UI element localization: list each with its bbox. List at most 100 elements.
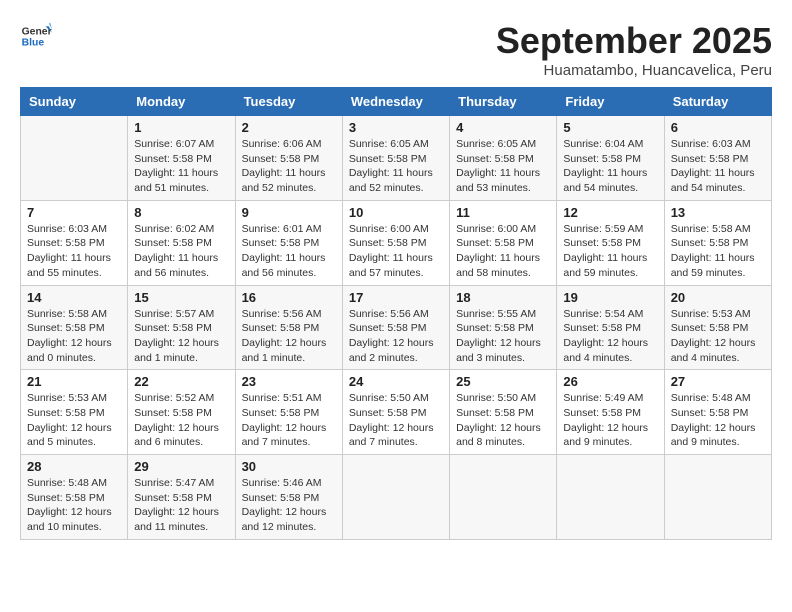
day-number: 8 — [134, 205, 228, 220]
day-number: 5 — [563, 120, 657, 135]
calendar-week-row: 1 Sunrise: 6:07 AM Sunset: 5:58 PM Daylig… — [21, 116, 772, 201]
day-info: Sunrise: 5:53 AM Sunset: 5:58 PM Dayligh… — [671, 307, 765, 366]
day-info: Sunrise: 6:03 AM Sunset: 5:58 PM Dayligh… — [671, 137, 765, 196]
day-number: 9 — [242, 205, 336, 220]
day-number: 30 — [242, 459, 336, 474]
day-info: Sunrise: 6:07 AM Sunset: 5:58 PM Dayligh… — [134, 137, 228, 196]
day-info: Sunrise: 6:02 AM Sunset: 5:58 PM Dayligh… — [134, 222, 228, 281]
calendar-cell: 18 Sunrise: 5:55 AM Sunset: 5:58 PM Dayli… — [450, 285, 557, 370]
page-header: General Blue September 2025 Huamatambo, … — [20, 20, 772, 79]
calendar-cell: 6 Sunrise: 6:03 AM Sunset: 5:58 PM Daylig… — [664, 116, 771, 201]
calendar-cell: 9 Sunrise: 6:01 AM Sunset: 5:58 PM Daylig… — [235, 200, 342, 285]
title-area: September 2025 Huamatambo, Huancavelica,… — [496, 20, 772, 79]
calendar-cell: 24 Sunrise: 5:50 AM Sunset: 5:58 PM Dayli… — [342, 370, 449, 455]
day-info: Sunrise: 5:55 AM Sunset: 5:58 PM Dayligh… — [456, 307, 550, 366]
day-number: 28 — [27, 459, 121, 474]
day-number: 21 — [27, 374, 121, 389]
day-number: 6 — [671, 120, 765, 135]
day-info: Sunrise: 5:57 AM Sunset: 5:58 PM Dayligh… — [134, 307, 228, 366]
day-number: 2 — [242, 120, 336, 135]
month-title: September 2025 — [496, 20, 772, 62]
day-number: 18 — [456, 290, 550, 305]
calendar-header-monday: Monday — [128, 88, 235, 116]
logo: General Blue — [20, 20, 52, 52]
calendar-cell: 1 Sunrise: 6:07 AM Sunset: 5:58 PM Daylig… — [128, 116, 235, 201]
calendar-header-saturday: Saturday — [664, 88, 771, 116]
logo-icon: General Blue — [20, 20, 52, 52]
day-number: 12 — [563, 205, 657, 220]
day-number: 3 — [349, 120, 443, 135]
calendar-week-row: 14 Sunrise: 5:58 AM Sunset: 5:58 PM Dayli… — [21, 285, 772, 370]
calendar-cell: 10Sunrise: 6:00 AM Sunset: 5:58 PM Dayli… — [342, 200, 449, 285]
calendar-header-wednesday: Wednesday — [342, 88, 449, 116]
day-number: 16 — [242, 290, 336, 305]
calendar-header-sunday: Sunday — [21, 88, 128, 116]
calendar-cell: 5Sunrise: 6:04 AM Sunset: 5:58 PM Daylig… — [557, 116, 664, 201]
calendar-cell: 28 Sunrise: 5:48 AM Sunset: 5:58 PM Dayli… — [21, 455, 128, 540]
day-info: Sunrise: 5:47 AM Sunset: 5:58 PM Dayligh… — [134, 476, 228, 535]
day-number: 14 — [27, 290, 121, 305]
day-info: Sunrise: 5:49 AM Sunset: 5:58 PM Dayligh… — [563, 391, 657, 450]
day-number: 20 — [671, 290, 765, 305]
day-info: Sunrise: 5:48 AM Sunset: 5:58 PM Dayligh… — [671, 391, 765, 450]
calendar-header-friday: Friday — [557, 88, 664, 116]
calendar-cell: 20 Sunrise: 5:53 AM Sunset: 5:58 PM Dayli… — [664, 285, 771, 370]
calendar-cell: 7 Sunrise: 6:03 AM Sunset: 5:58 PM Daylig… — [21, 200, 128, 285]
day-info: Sunrise: 5:58 AM Sunset: 5:58 PM Dayligh… — [27, 307, 121, 366]
day-info: Sunrise: 5:51 AM Sunset: 5:58 PM Dayligh… — [242, 391, 336, 450]
day-info: Sunrise: 6:06 AM Sunset: 5:58 PM Dayligh… — [242, 137, 336, 196]
calendar-cell — [664, 455, 771, 540]
calendar-table: SundayMondayTuesdayWednesdayThursdayFrid… — [20, 87, 772, 540]
calendar-cell: 8 Sunrise: 6:02 AM Sunset: 5:58 PM Daylig… — [128, 200, 235, 285]
day-info: Sunrise: 6:01 AM Sunset: 5:58 PM Dayligh… — [242, 222, 336, 281]
calendar-cell: 3Sunrise: 6:05 AM Sunset: 5:58 PM Daylig… — [342, 116, 449, 201]
day-number: 26 — [563, 374, 657, 389]
day-number: 13 — [671, 205, 765, 220]
day-info: Sunrise: 5:46 AM Sunset: 5:58 PM Dayligh… — [242, 476, 336, 535]
day-number: 22 — [134, 374, 228, 389]
calendar-cell: 21 Sunrise: 5:53 AM Sunset: 5:58 PM Dayli… — [21, 370, 128, 455]
day-info: Sunrise: 6:05 AM Sunset: 5:58 PM Dayligh… — [456, 137, 550, 196]
day-number: 17 — [349, 290, 443, 305]
day-info: Sunrise: 5:59 AM Sunset: 5:58 PM Dayligh… — [563, 222, 657, 281]
calendar-cell: 11 Sunrise: 6:00 AM Sunset: 5:58 PM Dayli… — [450, 200, 557, 285]
calendar-header-thursday: Thursday — [450, 88, 557, 116]
day-number: 15 — [134, 290, 228, 305]
day-info: Sunrise: 5:54 AM Sunset: 5:58 PM Dayligh… — [563, 307, 657, 366]
day-number: 4 — [456, 120, 550, 135]
day-number: 10 — [349, 205, 443, 220]
day-number: 7 — [27, 205, 121, 220]
day-info: Sunrise: 5:50 AM Sunset: 5:58 PM Dayligh… — [349, 391, 443, 450]
calendar-cell: 17 Sunrise: 5:56 AM Sunset: 5:58 PM Dayli… — [342, 285, 449, 370]
calendar-header-row: SundayMondayTuesdayWednesdayThursdayFrid… — [21, 88, 772, 116]
day-info: Sunrise: 5:58 AM Sunset: 5:58 PM Dayligh… — [671, 222, 765, 281]
day-info: Sunrise: 5:48 AM Sunset: 5:58 PM Dayligh… — [27, 476, 121, 535]
day-number: 29 — [134, 459, 228, 474]
calendar-cell: 25Sunrise: 5:50 AM Sunset: 5:58 PM Dayli… — [450, 370, 557, 455]
calendar-cell: 19 Sunrise: 5:54 AM Sunset: 5:58 PM Dayli… — [557, 285, 664, 370]
location-subtitle: Huamatambo, Huancavelica, Peru — [496, 62, 772, 79]
day-info: Sunrise: 5:56 AM Sunset: 5:58 PM Dayligh… — [349, 307, 443, 366]
calendar-header-tuesday: Tuesday — [235, 88, 342, 116]
calendar-week-row: 28 Sunrise: 5:48 AM Sunset: 5:58 PM Dayli… — [21, 455, 772, 540]
day-number: 23 — [242, 374, 336, 389]
svg-text:Blue: Blue — [22, 38, 45, 49]
day-number: 19 — [563, 290, 657, 305]
day-number: 11 — [456, 205, 550, 220]
calendar-cell — [450, 455, 557, 540]
calendar-cell: 16Sunrise: 5:56 AM Sunset: 5:58 PM Dayli… — [235, 285, 342, 370]
day-info: Sunrise: 5:50 AM Sunset: 5:58 PM Dayligh… — [456, 391, 550, 450]
calendar-cell: 14 Sunrise: 5:58 AM Sunset: 5:58 PM Dayli… — [21, 285, 128, 370]
day-number: 1 — [134, 120, 228, 135]
calendar-week-row: 7 Sunrise: 6:03 AM Sunset: 5:58 PM Daylig… — [21, 200, 772, 285]
day-info: Sunrise: 6:00 AM Sunset: 5:58 PM Dayligh… — [456, 222, 550, 281]
calendar-week-row: 21 Sunrise: 5:53 AM Sunset: 5:58 PM Dayli… — [21, 370, 772, 455]
calendar-cell: 30 Sunrise: 5:46 AM Sunset: 5:58 PM Dayli… — [235, 455, 342, 540]
calendar-cell: 4 Sunrise: 6:05 AM Sunset: 5:58 PM Daylig… — [450, 116, 557, 201]
calendar-cell — [21, 116, 128, 201]
day-number: 24 — [349, 374, 443, 389]
day-info: Sunrise: 5:53 AM Sunset: 5:58 PM Dayligh… — [27, 391, 121, 450]
calendar-cell: 12 Sunrise: 5:59 AM Sunset: 5:58 PM Dayli… — [557, 200, 664, 285]
calendar-cell: 2 Sunrise: 6:06 AM Sunset: 5:58 PM Daylig… — [235, 116, 342, 201]
day-info: Sunrise: 6:03 AM Sunset: 5:58 PM Dayligh… — [27, 222, 121, 281]
